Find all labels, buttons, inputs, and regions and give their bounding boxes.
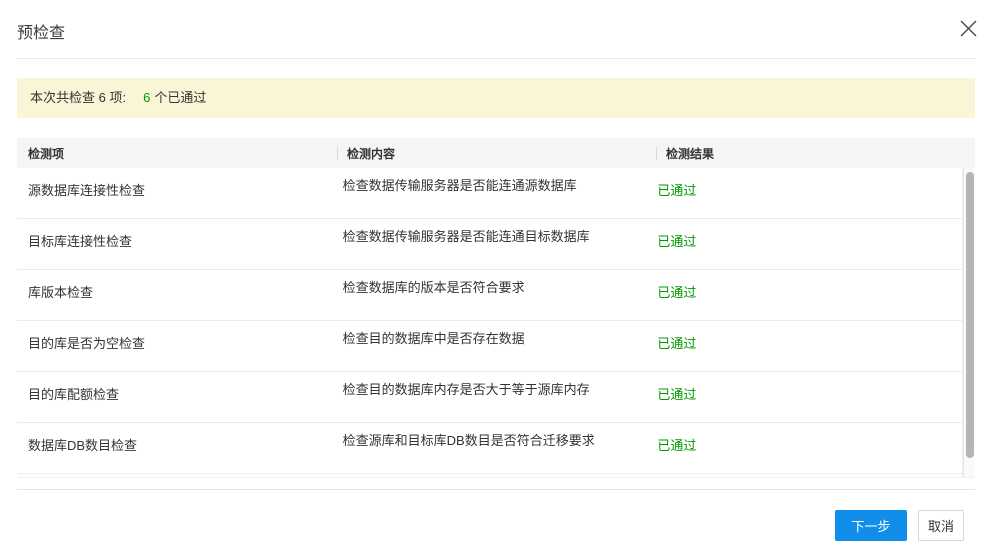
precheck-table: 检测项 检测内容 检测结果 源数据库连接性检查 检查数据传输服务器是否能连通源数… [17,138,975,478]
close-button[interactable] [956,16,980,40]
footer-divider [17,489,975,490]
column-header-check-content: 检测内容 [337,145,656,162]
check-item-cell: 库版本检查 [28,285,94,300]
check-item-cell: 数据库DB数目检查 [28,438,138,453]
column-header-check-result: 检测结果 [656,145,975,162]
check-content-cell: 检查源库和目标库DB数目是否符合迁移要求 [342,433,595,448]
check-content-cell: 检查目的数据库内存是否大于等于源库内存 [342,382,590,397]
precheck-dialog: 预检查 本次共检查 6 项: 6 个已通过 检测项 检测内容 检测结果 源数据库连接… [0,0,991,555]
check-item-cell: 目标库连接性检查 [28,234,133,249]
scrollbar-track [963,168,975,477]
check-result-status: 已通过 [657,387,697,402]
table-body: 源数据库连接性检查 检查数据传输服务器是否能连通源数据库 已通过 目标库连接性检… [17,168,963,477]
page-title: 预检查 [17,25,66,42]
check-result-status: 已通过 [657,438,697,453]
table-row: 源数据库连接性检查 检查数据传输服务器是否能连通源数据库 已通过 [17,168,962,219]
next-step-button[interactable]: 下一步 [835,510,907,541]
column-header-check-item: 检测项 [28,146,65,161]
cancel-button[interactable]: 取消 [918,510,964,541]
check-content-cell: 检查数据传输服务器是否能连通源数据库 [342,178,577,193]
summary-passed-count: 6 [143,90,151,105]
close-icon [960,20,977,37]
summary-banner: 本次共检查 6 项: 6 个已通过 [17,78,975,118]
header-divider [17,58,975,59]
check-content-cell: 检查数据库的版本是否符合要求 [342,280,525,295]
summary-prefix: 本次共检查 6 项: [30,90,127,105]
check-result-status: 已通过 [657,234,697,249]
summary-passed-suffix: 个已通过 [154,90,207,105]
check-item-cell: 源数据库连接性检查 [28,183,146,198]
check-content-cell: 检查目的数据库中是否存在数据 [342,331,525,346]
check-item-cell: 目的库配额检查 [28,387,120,402]
check-result-status: 已通过 [657,336,697,351]
table-row: 数据库DB数目检查 检查源库和目标库DB数目是否符合迁移要求 已通过 [17,423,962,474]
check-result-status: 已通过 [657,285,697,300]
table-row: 库版本检查 检查数据库的版本是否符合要求 已通过 [17,270,962,321]
scrollbar-thumb[interactable] [966,172,974,458]
check-result-status: 已通过 [657,183,697,198]
check-item-cell: 目的库是否为空检查 [28,336,146,351]
table-row: 目标库连接性检查 检查数据传输服务器是否能连通目标数据库 已通过 [17,219,962,270]
table-header-row: 检测项 检测内容 检测结果 [17,138,975,168]
check-content-cell: 检查数据传输服务器是否能连通目标数据库 [342,229,590,244]
table-row: 目的库是否为空检查 检查目的数据库中是否存在数据 已通过 [17,321,962,372]
table-row: 目的库配额检查 检查目的数据库内存是否大于等于源库内存 已通过 [17,372,962,423]
